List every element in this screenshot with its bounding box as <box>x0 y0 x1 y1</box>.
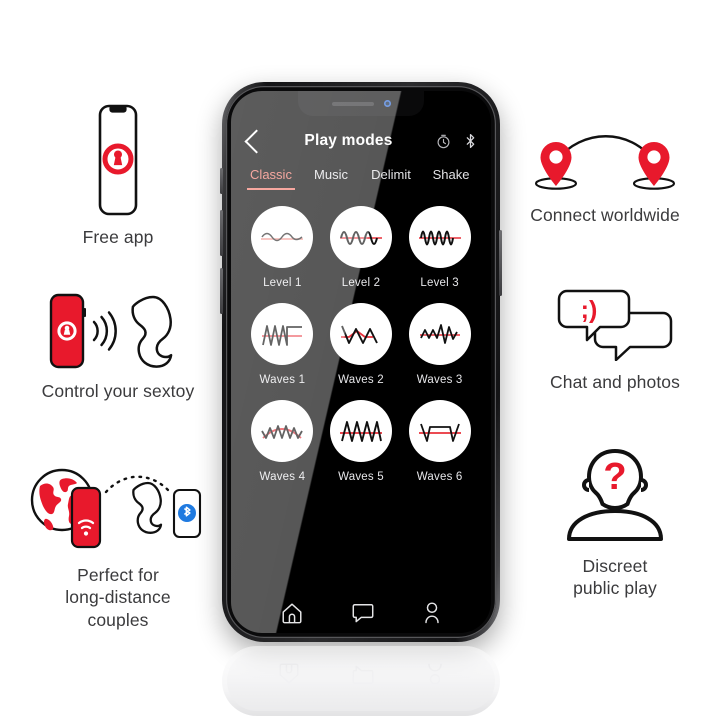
phone-screen: Play modes Classic Music Delimit Shake L… <box>231 91 491 633</box>
phone-reflection <box>222 646 500 716</box>
mode-label: Level 2 <box>341 277 381 289</box>
mute-switch[interactable] <box>220 168 223 194</box>
speech-bubbles-wink-icon: ;) <box>551 285 679 361</box>
mode-waves-5[interactable]: Waves 5 <box>329 400 392 483</box>
header-actions <box>436 133 477 149</box>
feature-caption: Connect worldwide <box>530 205 680 225</box>
person-icon-reflection <box>425 662 445 686</box>
mode-label: Waves 4 <box>259 471 306 483</box>
feature-free-app: Free app <box>18 104 218 248</box>
power-button[interactable] <box>499 230 502 296</box>
mode-label: Waves 5 <box>338 471 384 483</box>
feature-caption: Discreet public play <box>573 556 657 599</box>
front-camera-dot-icon <box>383 100 391 107</box>
mode-label: Waves 2 <box>338 374 384 386</box>
mode-waves-1[interactable]: Waves 1 <box>251 303 314 386</box>
phone-with-lock-icon <box>82 104 154 216</box>
tab-shake[interactable]: Shake <box>421 167 481 190</box>
mode-label: Waves 6 <box>416 471 463 483</box>
bottom-navigation <box>231 601 491 625</box>
wink-emoticon: ;) <box>581 296 598 324</box>
person-icon[interactable] <box>422 601 442 625</box>
feature-discreet-play: ? Discreet public play <box>515 445 715 600</box>
tab-music[interactable]: Music <box>301 167 361 190</box>
notch <box>298 91 424 116</box>
waveform-level-3-icon <box>408 206 471 268</box>
waveform-waves-6-icon <box>408 400 471 462</box>
feature-caption: Free app <box>82 227 154 247</box>
mode-level-3[interactable]: Level 3 <box>408 206 471 289</box>
mode-waves-4[interactable]: Waves 4 <box>251 400 314 483</box>
waveform-level-2-icon <box>329 206 392 268</box>
waveform-waves-4-icon <box>251 400 314 462</box>
home-icon-reflection <box>277 662 301 686</box>
waveform-level-1-icon <box>251 206 314 268</box>
mode-label: Level 1 <box>263 277 302 289</box>
mode-level-2[interactable]: Level 2 <box>329 206 392 289</box>
volume-up-button[interactable] <box>220 210 223 256</box>
feature-caption: Control your sextoy <box>41 381 195 401</box>
mode-label: Level 3 <box>420 277 459 289</box>
waveform-waves-5-icon <box>329 400 392 462</box>
waveform-waves-1-icon <box>251 303 314 365</box>
tab-classic[interactable]: Classic <box>241 167 301 190</box>
mode-waves-2[interactable]: Waves 2 <box>329 303 392 386</box>
waveform-waves-3-icon <box>408 303 471 365</box>
volume-down-button[interactable] <box>220 268 223 314</box>
page-title: Play modes <box>304 132 393 149</box>
mode-waves-3[interactable]: Waves 3 <box>408 303 471 386</box>
feature-control-sextoy: Control your sextoy <box>18 292 218 402</box>
mode-waves-6[interactable]: Waves 6 <box>408 400 471 483</box>
mode-label: Waves 3 <box>416 374 463 386</box>
feature-connect-worldwide: Connect worldwide <box>505 130 705 226</box>
smartphone-mockup: Play modes Classic Music Delimit Shake L… <box>220 82 502 642</box>
phone-signal-toy-icon <box>43 292 193 370</box>
feature-caption: Chat and photos <box>550 372 680 392</box>
app-header: Play modes <box>231 119 491 163</box>
reflection-nav-icons <box>222 662 500 686</box>
timer-icon[interactable] <box>436 134 451 149</box>
play-modes-grid: Level 1 Level 2 Level 3 Waves 1 Waves 2 … <box>231 190 491 483</box>
anonymous-person-question-icon: ? <box>559 445 671 545</box>
globe-phone-toy-bluetooth-icon <box>28 462 208 554</box>
two-map-pins-arc-icon <box>520 130 690 194</box>
tab-delimit[interactable]: Delimit <box>361 167 421 190</box>
promo-graphic: Free app Control your sextoy Perfect for… <box>0 0 720 720</box>
question-mark-glyph: ? <box>603 456 626 498</box>
chat-bubble-icon-reflection <box>351 662 375 686</box>
home-icon[interactable] <box>280 601 304 625</box>
mode-level-1[interactable]: Level 1 <box>251 206 314 289</box>
feature-long-distance: Perfect for long-distance couples <box>18 462 218 631</box>
feature-caption: Perfect for long-distance couples <box>65 565 171 630</box>
chat-bubble-icon[interactable] <box>351 602 375 624</box>
waveform-waves-2-icon <box>329 303 392 365</box>
bluetooth-icon[interactable] <box>464 133 477 149</box>
earpiece-speaker-icon <box>331 101 374 106</box>
feature-chat-photos: ;) Chat and photos <box>515 285 715 393</box>
mode-category-tabs: Classic Music Delimit Shake <box>231 163 491 190</box>
mode-label: Waves 1 <box>259 374 306 386</box>
